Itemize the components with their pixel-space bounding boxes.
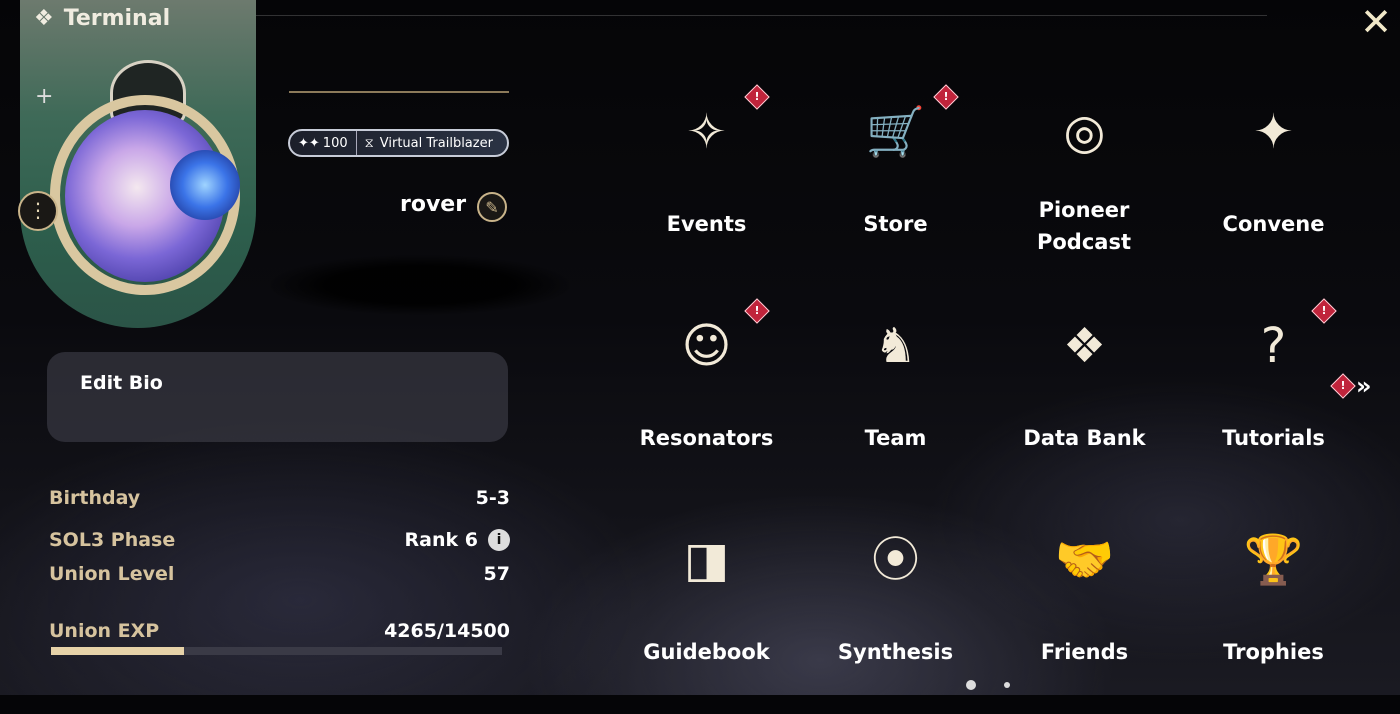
edit-bio-button[interactable]: Edit Bio [47,352,508,442]
tile-label: Store [863,212,928,236]
tile-label: Guidebook [643,640,770,664]
tile-label: Pioneer Podcast [1036,198,1131,254]
podcast-icon: ◎ [1063,104,1106,160]
tile-synthesis[interactable]: ⦿ Synthesis [801,500,990,714]
convene-icon: ✦ [1253,104,1294,160]
right-frame-line [1266,15,1267,16]
tile-label: Team [864,426,927,450]
stat-row-union-level: Union Level 57 [49,563,510,585]
tile-guidebook[interactable]: ◨ Guidebook [612,500,801,714]
data-bank-icon: ❖ [1062,318,1107,374]
badge-title: Virtual Trailblazer [379,135,493,151]
window-title-bar: ❖ Terminal [34,6,170,31]
union-exp-bar [51,647,502,655]
stat-row-union-exp: Union EXP 4265/14500 [49,620,510,642]
avatar-flower [170,150,240,220]
more-options-button[interactable]: ⋮ [18,191,58,231]
tutorials-icon: ? [1260,318,1287,374]
synthesis-icon: ⦿ [871,532,920,588]
info-icon[interactable]: i [488,529,510,551]
tile-trophies[interactable]: 🏆 Trophies [1179,500,1368,714]
stat-value-group: Rank 6 i [405,529,510,551]
stat-label: Birthday [49,487,141,509]
stat-value: 57 [483,563,510,585]
alert-icon: ! [744,84,770,110]
alert-icon: ! [1311,298,1337,324]
badge-count-pill: ✦✦ 100 [290,131,357,155]
alert-icon: ! [933,84,959,110]
stat-label: Union Level [49,563,175,585]
pencil-icon: ✎ [485,198,499,217]
union-exp-fill [51,647,184,655]
badge-title-group: ⧖ Virtual Trailblazer [357,136,493,151]
tile-label: Trophies [1223,640,1324,664]
tile-store[interactable]: 🛒 Store! [801,72,990,286]
tile-podcast[interactable]: ◎ Pioneer Podcast [990,72,1179,286]
stat-label: SOL3 Phase [49,529,176,551]
tile-friends[interactable]: 🤝 Friends [990,500,1179,714]
avatar-portrait [20,0,256,328]
tile-label: Events [666,212,747,236]
events-icon: ✧ [686,104,727,160]
tile-label: Tutorials [1222,426,1325,450]
team-icon: ♞ [873,318,918,374]
crosshair-icon: + [35,84,54,109]
tile-team[interactable]: ♞ Team [801,286,990,500]
tile-events[interactable]: ✧ Events! [612,72,801,286]
tile-label: Data Bank [1023,426,1146,450]
alert-icon: ! [744,298,770,324]
stat-value: 5-3 [475,487,510,509]
name-divider [289,91,509,93]
profile-badge[interactable]: ✦✦ 100 ⧖ Virtual Trailblazer [288,129,509,157]
edit-bio-label: Edit Bio [80,372,163,394]
stat-value: 4265/14500 [384,620,510,642]
top-frame-line [256,15,1266,16]
redacted-mark [270,255,570,315]
resonators-icon: ☺ [681,318,732,374]
tile-label: Friends [1040,640,1129,664]
chevrons-right-icon: » [1356,372,1372,400]
player-name: rover [400,192,467,217]
tile-label: Resonators [639,426,774,450]
badge-count: 100 [322,135,348,151]
tile-resonators[interactable]: ☺ Resonators! [612,286,801,500]
terminal-icon: ❖ [34,6,54,31]
stat-row-sol3-phase: SOL3 Phase Rank 6 i [49,529,510,551]
page-indicator[interactable] [1004,682,1010,688]
friends-icon: 🤝 [1054,532,1115,588]
stat-row-birthday: Birthday 5-3 [49,487,510,509]
window-title: Terminal [63,6,171,31]
tile-convene[interactable]: ✦ Convene [1179,72,1368,286]
hourglass-icon: ⧖ [364,135,374,151]
page-indicator-active[interactable] [966,680,976,690]
tile-label: Synthesis [837,640,954,664]
tile-label: Convene [1222,212,1325,236]
store-icon: 🛒 [865,104,926,160]
close-icon[interactable]: ✕ [1358,3,1394,41]
guidebook-icon: ◨ [683,532,730,588]
sparkle-icon: ✦✦ [298,135,320,151]
edit-name-button[interactable]: ✎ [477,192,507,222]
tile-data-bank[interactable]: ❖ Data Bank [990,286,1179,500]
trophies-icon: 🏆 [1243,532,1304,588]
next-page-button[interactable]: ! » [1330,372,1372,400]
stat-label: Union EXP [49,620,160,642]
alert-icon: ! [1330,373,1356,399]
stat-value: Rank 6 [404,529,478,551]
